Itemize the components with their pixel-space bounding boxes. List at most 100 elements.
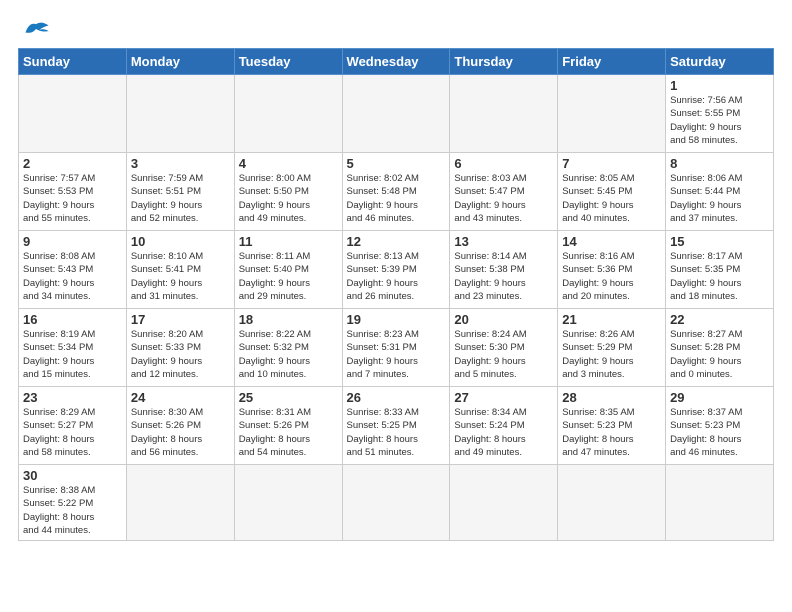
weekday-header-thursday: Thursday <box>450 49 558 75</box>
day-info: Sunrise: 8:05 AM Sunset: 5:45 PM Dayligh… <box>562 172 661 225</box>
logo-bird-icon <box>22 18 50 40</box>
calendar-cell: 1Sunrise: 7:56 AM Sunset: 5:55 PM Daylig… <box>666 75 774 153</box>
day-info: Sunrise: 8:34 AM Sunset: 5:24 PM Dayligh… <box>454 406 553 459</box>
calendar-cell: 25Sunrise: 8:31 AM Sunset: 5:26 PM Dayli… <box>234 387 342 465</box>
day-number: 7 <box>562 156 661 171</box>
day-info: Sunrise: 8:02 AM Sunset: 5:48 PM Dayligh… <box>347 172 446 225</box>
calendar-cell: 24Sunrise: 8:30 AM Sunset: 5:26 PM Dayli… <box>126 387 234 465</box>
calendar-cell <box>234 75 342 153</box>
day-info: Sunrise: 8:31 AM Sunset: 5:26 PM Dayligh… <box>239 406 338 459</box>
day-number: 20 <box>454 312 553 327</box>
calendar-week-row: 1Sunrise: 7:56 AM Sunset: 5:55 PM Daylig… <box>19 75 774 153</box>
day-number: 1 <box>670 78 769 93</box>
calendar-cell: 9Sunrise: 8:08 AM Sunset: 5:43 PM Daylig… <box>19 231 127 309</box>
day-number: 18 <box>239 312 338 327</box>
calendar-cell: 5Sunrise: 8:02 AM Sunset: 5:48 PM Daylig… <box>342 153 450 231</box>
calendar-cell <box>342 465 450 541</box>
day-info: Sunrise: 8:10 AM Sunset: 5:41 PM Dayligh… <box>131 250 230 303</box>
day-number: 29 <box>670 390 769 405</box>
day-info: Sunrise: 8:20 AM Sunset: 5:33 PM Dayligh… <box>131 328 230 381</box>
day-info: Sunrise: 8:30 AM Sunset: 5:26 PM Dayligh… <box>131 406 230 459</box>
day-info: Sunrise: 7:59 AM Sunset: 5:51 PM Dayligh… <box>131 172 230 225</box>
day-info: Sunrise: 7:57 AM Sunset: 5:53 PM Dayligh… <box>23 172 122 225</box>
day-number: 10 <box>131 234 230 249</box>
day-number: 30 <box>23 468 122 483</box>
calendar-cell: 27Sunrise: 8:34 AM Sunset: 5:24 PM Dayli… <box>450 387 558 465</box>
day-info: Sunrise: 8:06 AM Sunset: 5:44 PM Dayligh… <box>670 172 769 225</box>
day-info: Sunrise: 8:35 AM Sunset: 5:23 PM Dayligh… <box>562 406 661 459</box>
day-info: Sunrise: 8:13 AM Sunset: 5:39 PM Dayligh… <box>347 250 446 303</box>
day-info: Sunrise: 8:03 AM Sunset: 5:47 PM Dayligh… <box>454 172 553 225</box>
calendar-cell: 29Sunrise: 8:37 AM Sunset: 5:23 PM Dayli… <box>666 387 774 465</box>
calendar-cell: 12Sunrise: 8:13 AM Sunset: 5:39 PM Dayli… <box>342 231 450 309</box>
day-info: Sunrise: 8:08 AM Sunset: 5:43 PM Dayligh… <box>23 250 122 303</box>
calendar-cell: 23Sunrise: 8:29 AM Sunset: 5:27 PM Dayli… <box>19 387 127 465</box>
day-number: 21 <box>562 312 661 327</box>
calendar-cell: 4Sunrise: 8:00 AM Sunset: 5:50 PM Daylig… <box>234 153 342 231</box>
calendar-cell: 3Sunrise: 7:59 AM Sunset: 5:51 PM Daylig… <box>126 153 234 231</box>
calendar-cell: 13Sunrise: 8:14 AM Sunset: 5:38 PM Dayli… <box>450 231 558 309</box>
day-number: 22 <box>670 312 769 327</box>
day-info: Sunrise: 8:26 AM Sunset: 5:29 PM Dayligh… <box>562 328 661 381</box>
calendar-cell: 15Sunrise: 8:17 AM Sunset: 5:35 PM Dayli… <box>666 231 774 309</box>
calendar-cell: 16Sunrise: 8:19 AM Sunset: 5:34 PM Dayli… <box>19 309 127 387</box>
calendar-cell: 10Sunrise: 8:10 AM Sunset: 5:41 PM Dayli… <box>126 231 234 309</box>
calendar-cell <box>450 465 558 541</box>
calendar-week-row: 9Sunrise: 8:08 AM Sunset: 5:43 PM Daylig… <box>19 231 774 309</box>
day-info: Sunrise: 8:16 AM Sunset: 5:36 PM Dayligh… <box>562 250 661 303</box>
calendar-cell: 2Sunrise: 7:57 AM Sunset: 5:53 PM Daylig… <box>19 153 127 231</box>
calendar-cell: 30Sunrise: 8:38 AM Sunset: 5:22 PM Dayli… <box>19 465 127 541</box>
calendar-table: SundayMondayTuesdayWednesdayThursdayFrid… <box>18 48 774 541</box>
calendar-cell: 18Sunrise: 8:22 AM Sunset: 5:32 PM Dayli… <box>234 309 342 387</box>
day-info: Sunrise: 8:14 AM Sunset: 5:38 PM Dayligh… <box>454 250 553 303</box>
weekday-header-row: SundayMondayTuesdayWednesdayThursdayFrid… <box>19 49 774 75</box>
day-info: Sunrise: 8:17 AM Sunset: 5:35 PM Dayligh… <box>670 250 769 303</box>
day-number: 5 <box>347 156 446 171</box>
calendar-cell <box>19 75 127 153</box>
calendar-cell <box>126 75 234 153</box>
calendar-cell: 17Sunrise: 8:20 AM Sunset: 5:33 PM Dayli… <box>126 309 234 387</box>
day-info: Sunrise: 7:56 AM Sunset: 5:55 PM Dayligh… <box>670 94 769 147</box>
day-number: 17 <box>131 312 230 327</box>
day-number: 11 <box>239 234 338 249</box>
day-info: Sunrise: 8:22 AM Sunset: 5:32 PM Dayligh… <box>239 328 338 381</box>
day-info: Sunrise: 8:23 AM Sunset: 5:31 PM Dayligh… <box>347 328 446 381</box>
calendar-cell <box>558 75 666 153</box>
calendar-cell: 26Sunrise: 8:33 AM Sunset: 5:25 PM Dayli… <box>342 387 450 465</box>
calendar-cell <box>558 465 666 541</box>
calendar-cell <box>234 465 342 541</box>
day-number: 13 <box>454 234 553 249</box>
day-number: 8 <box>670 156 769 171</box>
weekday-header-monday: Monday <box>126 49 234 75</box>
day-number: 28 <box>562 390 661 405</box>
weekday-header-sunday: Sunday <box>19 49 127 75</box>
day-number: 24 <box>131 390 230 405</box>
calendar-cell <box>666 465 774 541</box>
calendar-cell <box>342 75 450 153</box>
calendar-week-row: 16Sunrise: 8:19 AM Sunset: 5:34 PM Dayli… <box>19 309 774 387</box>
calendar-cell: 22Sunrise: 8:27 AM Sunset: 5:28 PM Dayli… <box>666 309 774 387</box>
day-info: Sunrise: 8:00 AM Sunset: 5:50 PM Dayligh… <box>239 172 338 225</box>
day-number: 15 <box>670 234 769 249</box>
day-number: 25 <box>239 390 338 405</box>
calendar-cell: 20Sunrise: 8:24 AM Sunset: 5:30 PM Dayli… <box>450 309 558 387</box>
day-number: 4 <box>239 156 338 171</box>
day-number: 6 <box>454 156 553 171</box>
day-info: Sunrise: 8:27 AM Sunset: 5:28 PM Dayligh… <box>670 328 769 381</box>
weekday-header-wednesday: Wednesday <box>342 49 450 75</box>
day-info: Sunrise: 8:38 AM Sunset: 5:22 PM Dayligh… <box>23 484 122 537</box>
calendar-week-row: 30Sunrise: 8:38 AM Sunset: 5:22 PM Dayli… <box>19 465 774 541</box>
logo <box>18 18 50 40</box>
day-number: 26 <box>347 390 446 405</box>
calendar-cell <box>126 465 234 541</box>
day-number: 14 <box>562 234 661 249</box>
day-info: Sunrise: 8:24 AM Sunset: 5:30 PM Dayligh… <box>454 328 553 381</box>
day-info: Sunrise: 8:11 AM Sunset: 5:40 PM Dayligh… <box>239 250 338 303</box>
calendar-cell: 7Sunrise: 8:05 AM Sunset: 5:45 PM Daylig… <box>558 153 666 231</box>
calendar-cell: 8Sunrise: 8:06 AM Sunset: 5:44 PM Daylig… <box>666 153 774 231</box>
day-number: 23 <box>23 390 122 405</box>
header <box>18 18 774 40</box>
calendar-cell: 6Sunrise: 8:03 AM Sunset: 5:47 PM Daylig… <box>450 153 558 231</box>
weekday-header-friday: Friday <box>558 49 666 75</box>
day-number: 19 <box>347 312 446 327</box>
